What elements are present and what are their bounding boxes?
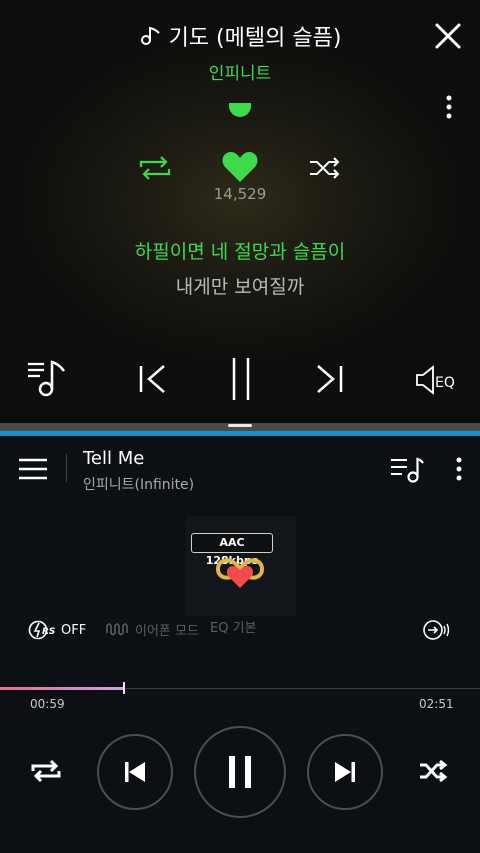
more-vert-icon[interactable] (450, 455, 468, 485)
progress-fill (0, 687, 124, 690)
rs-state: OFF (61, 622, 87, 638)
lyrics-indicator (229, 103, 251, 117)
equalizer-button[interactable]: EQ (414, 364, 460, 396)
like-count: 14,529 (213, 185, 267, 203)
now-playing-artist: 인피니트(Infinite) (83, 477, 195, 493)
previous-button[interactable] (97, 734, 173, 810)
previous-icon[interactable] (136, 362, 170, 396)
progress-thumb[interactable] (123, 682, 125, 694)
heart-icon[interactable] (221, 150, 259, 184)
music-note-icon (140, 26, 160, 45)
svg-text:RS: RS (42, 627, 55, 637)
lyrics-artist[interactable]: 인피니트 (0, 59, 480, 84)
time-current: 00:59 (30, 697, 65, 711)
quality-badge: AAC 128kbps (191, 533, 273, 567)
shuffle-icon[interactable] (418, 758, 450, 784)
now-playing-title: Tell Me (83, 448, 145, 469)
equalizer-icon: EQ (416, 365, 455, 395)
svg-text:EQ: EQ (435, 375, 455, 391)
waveform-icon (106, 623, 128, 636)
rs-toggle[interactable]: RS OFF (28, 619, 86, 641)
pause-icon[interactable] (228, 356, 254, 402)
menu-icon[interactable] (18, 457, 48, 481)
earphone-mode-button[interactable]: 이어폰 모드 (106, 619, 199, 639)
repeat-icon[interactable] (30, 758, 62, 784)
next-icon (335, 762, 355, 782)
current-lyric-line: 하필이면 네 절망과 슬픔이 (134, 241, 346, 263)
player-panel: Tell Me 인피니트(Infinite) AAC 128kbps RS OF… (0, 436, 480, 853)
lyrics-song-title: 기도 (메텔의 슬픔) (0, 20, 480, 52)
repeat-icon[interactable] (137, 154, 173, 182)
next-icon[interactable] (312, 362, 346, 396)
rs-icon: RS (28, 620, 55, 640)
playlist-icon[interactable] (26, 358, 70, 398)
playlist-icon[interactable] (390, 457, 424, 483)
earphone-mode-label: 이어폰 모드 (135, 623, 199, 639)
time-total: 02:51 (419, 697, 454, 711)
heart-logo-icon (215, 558, 265, 588)
next-lyric-line: 내게만 보여질까 (175, 276, 305, 298)
more-vert-icon[interactable] (440, 93, 458, 123)
song-title-text: 기도 (메텔의 슬픔) (168, 26, 342, 51)
eq-mode-button[interactable]: EQ 기본 (210, 617, 257, 636)
lyrics-panel: 기도 (메텔의 슬픔) 인피니트 14,529 하필이면 네 절망과 슬픔이 내… (0, 0, 480, 425)
shuffle-icon[interactable] (307, 154, 343, 182)
close-icon[interactable] (432, 20, 464, 52)
next-button[interactable] (307, 734, 383, 810)
header-separator (66, 454, 67, 482)
cast-icon[interactable] (422, 619, 450, 641)
pause-icon (229, 756, 251, 788)
pause-button[interactable] (194, 726, 286, 818)
divider-handle[interactable] (228, 424, 252, 427)
previous-icon (125, 762, 145, 782)
